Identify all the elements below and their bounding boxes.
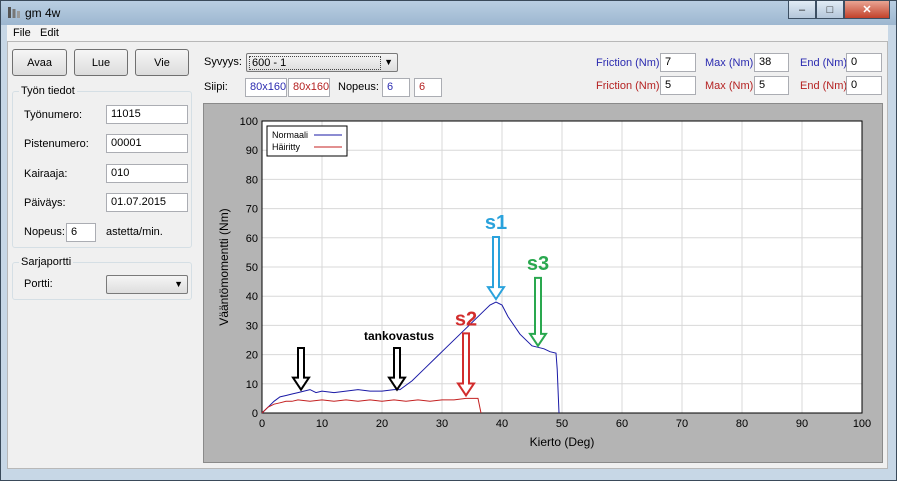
job-number-field[interactable]: 11015 <box>106 105 188 124</box>
window-title: gm 4w <box>25 6 61 20</box>
chevron-down-icon: ▼ <box>174 279 183 289</box>
x-tick-label: 90 <box>796 418 808 430</box>
y-tick-label: 90 <box>246 145 258 157</box>
depth-label: Syvyys: <box>204 56 242 68</box>
drill-label: Kairaaja: <box>24 168 68 180</box>
serial-port-group: Sarjaportti Portti: ▼ <box>12 256 192 300</box>
end-disturbed-field[interactable]: 0 <box>846 76 882 95</box>
y-tick-label: 10 <box>246 379 258 391</box>
annotation-label: s3 <box>527 253 549 275</box>
port-label: Portti: <box>24 278 53 290</box>
max-disturbed-field[interactable]: 5 <box>754 76 789 95</box>
max-normal-field[interactable]: 38 <box>754 53 789 72</box>
read-button[interactable]: Lue <box>74 49 128 76</box>
maximize-icon: □ <box>826 3 834 16</box>
minimize-icon: – <box>798 3 806 16</box>
y-tick-label: 0 <box>252 408 258 420</box>
menu-edit[interactable]: Edit <box>40 27 59 39</box>
y-tick-label: 40 <box>246 291 258 303</box>
x-tick-label: 50 <box>556 418 568 430</box>
speed-disturbed-field[interactable]: 6 <box>414 78 442 97</box>
x-tick-label: 20 <box>376 418 388 430</box>
date-field[interactable]: 01.07.2015 <box>106 193 188 212</box>
port-select[interactable]: ▼ <box>106 275 188 294</box>
serial-port-title: Sarjaportti <box>19 256 74 268</box>
x-tick-label: 10 <box>316 418 328 430</box>
y-tick-label: 80 <box>246 174 258 186</box>
maximize-button[interactable]: □ <box>816 1 844 19</box>
export-button[interactable]: Vie <box>135 49 189 76</box>
x-tick-label: 0 <box>259 418 265 430</box>
friction-label-1: Friction (Nm) <box>596 57 660 69</box>
menu-file[interactable]: File <box>13 27 31 39</box>
x-axis-label: Kierto (Deg) <box>530 435 595 449</box>
legend-label: Häiritty <box>272 142 301 152</box>
speed-unit-label: astetta/min. <box>106 226 163 238</box>
x-tick-label: 100 <box>853 418 871 430</box>
x-tick-label: 60 <box>616 418 628 430</box>
y-tick-label: 20 <box>246 350 258 362</box>
close-button[interactable]: ✕ <box>844 1 890 19</box>
plot-panel: 0 10 20 30 40 50 60 70 80 90 100 0 10 20 30 40 50 60 70 80 9… <box>203 103 883 463</box>
tip-normal-field[interactable]: 80x160 <box>245 78 287 97</box>
depth-select[interactable]: 600 - 1 ▼ <box>246 53 398 72</box>
app-icon <box>8 7 20 18</box>
y-axis-label: Vääntömomentti (Nm) <box>217 208 231 325</box>
x-tick-label: 40 <box>496 418 508 430</box>
point-number-field[interactable]: 00001 <box>106 134 188 153</box>
friction-disturbed-field[interactable]: 5 <box>660 76 696 95</box>
close-icon: ✕ <box>862 4 872 16</box>
depth-select-value: 600 - 1 <box>249 56 381 70</box>
work-info-title: Työn tiedot <box>19 85 77 97</box>
work-info-group: Työn tiedot Työnumero: 11015 Pistenumero… <box>12 85 192 248</box>
annotation-label: s2 <box>455 308 477 330</box>
y-tick-label: 30 <box>246 320 258 332</box>
x-tick-label: 70 <box>676 418 688 430</box>
y-tick-label: 100 <box>240 116 258 128</box>
max-label-1: Max (Nm) <box>705 57 754 69</box>
minimize-button[interactable]: – <box>788 1 816 19</box>
tip-label: Siipi: <box>204 81 228 93</box>
y-tick-label: 60 <box>246 233 258 245</box>
job-number-label: Työnumero: <box>24 109 83 121</box>
point-number-label: Pistenumero: <box>24 138 89 150</box>
legend: Normaali Häiritty <box>266 125 348 157</box>
annotation-label: tankovastus <box>364 329 434 343</box>
y-tick-label: 70 <box>246 204 258 216</box>
torque-chart: 0 10 20 30 40 50 60 70 80 90 100 0 10 20 30 40 50 60 70 80 9… <box>217 116 871 449</box>
friction-normal-field[interactable]: 7 <box>660 53 696 72</box>
date-label: Päiväys: <box>24 197 66 209</box>
drill-field[interactable]: 010 <box>106 164 188 183</box>
open-button[interactable]: Avaa <box>12 49 67 76</box>
y-tick-label: 50 <box>246 262 258 274</box>
chevron-down-icon: ▼ <box>384 57 393 67</box>
speed-label: Nopeus: <box>24 226 65 238</box>
tip-disturbed-field[interactable]: 80x160 <box>288 78 330 97</box>
speed-field[interactable]: 6 <box>66 223 96 242</box>
menu-bar: File Edit <box>7 25 888 41</box>
end-label-1: End (Nm) <box>800 57 848 69</box>
x-tick-label: 80 <box>736 418 748 430</box>
speed-normal-field[interactable]: 6 <box>382 78 410 97</box>
end-label-2: End (Nm) <box>800 80 848 92</box>
annotation-label: s1 <box>485 212 507 234</box>
speed-top-label: Nopeus: <box>338 81 379 93</box>
title-bar[interactable]: gm 4w – □ ✕ <box>1 1 896 25</box>
max-label-2: Max (Nm) <box>705 80 754 92</box>
friction-label-2: Friction (Nm) <box>596 80 660 92</box>
end-normal-field[interactable]: 0 <box>846 53 882 72</box>
x-tick-label: 30 <box>436 418 448 430</box>
legend-label: Normaali <box>272 130 308 140</box>
app-window: gm 4w – □ ✕ File Edit Avaa Lue Vie Syvyy… <box>0 0 897 481</box>
window-controls: – □ ✕ <box>788 1 890 19</box>
